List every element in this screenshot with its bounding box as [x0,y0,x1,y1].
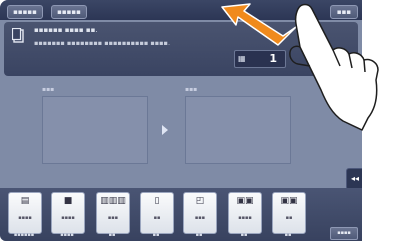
tool-label: ▪▪▪▪ [60,232,74,238]
density-icon: ▥▥▥ [100,196,126,206]
top-tab-2[interactable]: ▪▪▪▪▪ [51,5,87,19]
tool-text: ▪▪ [285,215,293,221]
arrow-right-icon [162,125,168,135]
copies-field[interactable]: ▦ 1 [234,50,286,68]
tool-color-button[interactable]: ■ ▪▪▪▪ [51,192,85,234]
tool-text: ▪▪▪▪ [238,215,252,221]
settings-button[interactable]: ▪▪▪▪ [330,227,358,240]
tool-text: ▪▪▪ [107,215,119,221]
message-bar: ▪▪▪▪▪▪ ▪▪▪▪ ▪▪. ▪▪▪▪▪▪▪ ▪▪▪▪▪▪▪▪ ▪▪▪▪▪▪▪… [4,22,358,76]
copies-value: 1 [269,52,277,65]
function-toolbar: ▤ ▪▪▪▪ ▪▪▪▪▪▪ ■ ▪▪▪▪ ▪▪▪▪ ▥▥▥ ▪▪▪ ▪▪ ▯ ▪… [0,188,362,241]
tool-density-button[interactable]: ▥▥▥ ▪▪▪ [96,192,130,234]
paper-icon: ▯ [154,196,160,206]
message-line-1: ▪▪▪▪▪▪ ▪▪▪▪ ▪▪. [34,26,98,34]
original-preview-pane [42,96,148,164]
tool-combine-button[interactable]: ▣▣ ▪▪ [272,192,306,234]
right-pane-label: ▪▪▪ [185,86,198,93]
tool-label: ▪▪ [284,232,292,238]
message-line-2: ▪▪▪▪▪▪▪ ▪▪▪▪▪▪▪▪ ▪▪▪▪▪▪▪▪▪▪ ▪▪▪▪. [34,39,171,47]
tool-zoom-button[interactable]: ◰ ▪▪▪ [183,192,217,234]
tool-text: ▪▪▪▪ [61,215,75,221]
tool-text: ▪▪ [153,215,161,221]
left-pane-label: ▪▪▪ [42,86,55,93]
tool-copy-button[interactable]: ▤ ▪▪▪▪ [8,192,42,234]
tool-label: ▪▪ [108,232,116,238]
top-bar: ▪▪▪▪▪ ▪▪▪▪▪ ▪▪▪ [0,0,362,20]
tool-label: ▪▪▪▪▪▪ [13,232,35,238]
document-icon [12,28,24,43]
control-panel-screen: ▪▪▪▪▪ ▪▪▪▪▪ ▪▪▪ ▪▪▪▪▪▪ ▪▪▪▪ ▪▪. ▪▪▪▪▪▪▪ … [0,0,362,241]
tool-duplex-button[interactable]: ▣▣ ▪▪▪▪ [228,192,262,234]
tool-paper-button[interactable]: ▯ ▪▪ [140,192,174,234]
color-icon: ■ [63,196,73,206]
tool-label: ▪▪ [195,232,203,238]
duplex-icon: ▣▣ [236,196,254,206]
tool-text: ▪▪▪▪ [18,215,32,221]
tool-label: ▪▪ [152,232,160,238]
tool-text: ▪▪▪ [194,215,206,221]
collapse-button[interactable]: ◂◂ [346,168,362,190]
output-preview-pane [185,96,291,164]
top-tab-1[interactable]: ▪▪▪▪▪ [7,5,43,19]
combine-icon: ▣▣ [280,196,298,206]
tool-label: ▪▪ [240,232,248,238]
keypad-icon: ▦ [238,54,246,63]
copy-icon: ▤ [20,196,30,206]
top-tab-3[interactable]: ▪▪▪ [330,5,358,19]
zoom-icon: ◰ [195,196,205,206]
